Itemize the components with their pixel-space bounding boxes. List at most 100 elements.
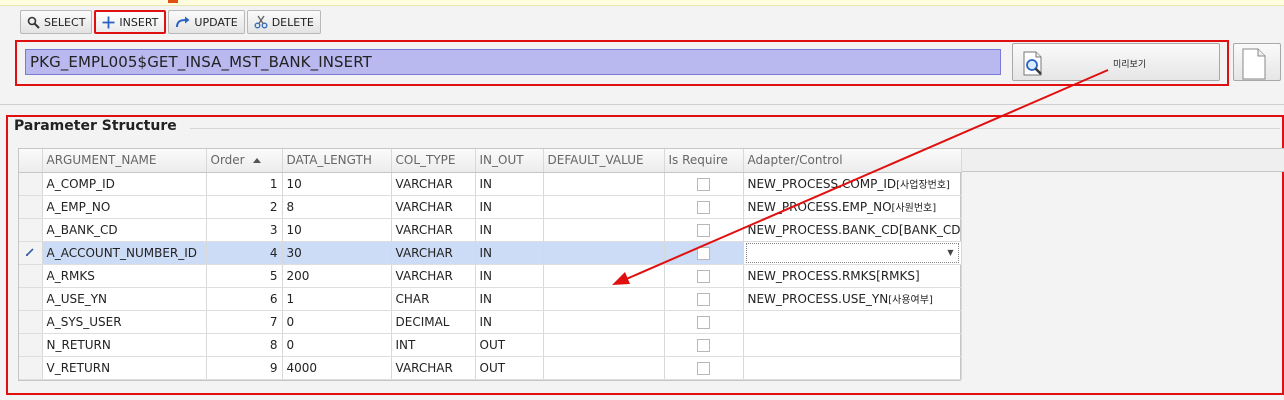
table-row[interactable]: A_EMP_NO 2 8 VARCHAR IN NEW_PROCESS.EMP_NO[사원…: [19, 195, 962, 219]
select-button[interactable]: SELECT: [20, 10, 93, 34]
cell-default-value[interactable]: [543, 195, 665, 219]
cell-col-type[interactable]: VARCHAR: [391, 356, 476, 380]
column-header-col-type[interactable]: COL_TYPE: [391, 149, 476, 173]
column-header-data-length[interactable]: DATA_LENGTH: [282, 149, 392, 173]
table-row[interactable]: V_RETURN 9 4000 VARCHAR OUT: [19, 356, 962, 380]
cell-argument-name[interactable]: A_BANK_CD: [42, 218, 207, 242]
cell-default-value[interactable]: [543, 264, 665, 288]
row-indicator[interactable]: [19, 287, 43, 311]
cell-in-out[interactable]: IN: [475, 172, 544, 196]
document-button[interactable]: [1233, 43, 1281, 81]
is-require-checkbox[interactable]: [697, 361, 710, 375]
preview-button[interactable]: 미리보기: [1012, 43, 1220, 81]
table-row[interactable]: A_BANK_CD 3 10 VARCHAR IN NEW_PROCESS.BANK_CD…: [19, 218, 962, 242]
cell-default-value[interactable]: [543, 356, 665, 380]
row-indicator[interactable]: [19, 218, 43, 242]
column-header-in-out[interactable]: IN_OUT: [475, 149, 544, 173]
cell-order[interactable]: 8: [206, 333, 283, 357]
is-require-checkbox[interactable]: [697, 223, 710, 237]
is-require-checkbox[interactable]: [697, 315, 710, 329]
cell-default-value[interactable]: [543, 241, 665, 265]
cell-adapter-control[interactable]: NEW_PROCESS.BANK_CD[BANK_CD]: [743, 218, 962, 242]
cell-adapter-control[interactable]: NEW_PROCESS.RMKS[RMKS]: [743, 264, 962, 288]
cell-data-length[interactable]: 10: [282, 218, 392, 242]
table-row[interactable]: A_SYS_USER 7 0 DECIMAL IN: [19, 310, 962, 334]
cell-default-value[interactable]: [543, 333, 665, 357]
is-require-checkbox[interactable]: [697, 177, 710, 191]
cell-default-value[interactable]: [543, 172, 665, 196]
table-row[interactable]: A_USE_YN 6 1 CHAR IN NEW_PROCESS.USE_YN[사용여부]: [19, 287, 962, 311]
cell-in-out[interactable]: IN: [475, 241, 544, 265]
row-indicator[interactable]: [19, 195, 43, 219]
table-row[interactable]: A_ACCOUNT_NUMBER_ID 4 30 VARCHAR IN ▼: [19, 241, 962, 265]
cell-adapter-control[interactable]: ▼: [743, 241, 962, 265]
is-require-checkbox[interactable]: [697, 338, 710, 352]
row-indicator[interactable]: [19, 241, 43, 265]
cell-in-out[interactable]: IN: [475, 287, 544, 311]
table-row[interactable]: A_RMKS 5 200 VARCHAR IN NEW_PROCESS.RMKS[RMKS…: [19, 264, 962, 288]
cell-col-type[interactable]: INT: [391, 333, 476, 357]
cell-col-type[interactable]: DECIMAL: [391, 310, 476, 334]
cell-col-type[interactable]: VARCHAR: [391, 172, 476, 196]
row-indicator[interactable]: [19, 356, 43, 380]
cell-default-value[interactable]: [543, 218, 665, 242]
cell-adapter-control[interactable]: [743, 333, 962, 357]
cell-order[interactable]: 9: [206, 356, 283, 380]
cell-adapter-control[interactable]: NEW_PROCESS.EMP_NO[사원번호]: [743, 195, 962, 219]
is-require-checkbox[interactable]: [697, 200, 710, 214]
cell-order[interactable]: 2: [206, 195, 283, 219]
cell-argument-name[interactable]: A_EMP_NO: [42, 195, 207, 219]
cell-data-length[interactable]: 10: [282, 172, 392, 196]
cell-order[interactable]: 4: [206, 241, 283, 265]
table-row[interactable]: A_COMP_ID 1 10 VARCHAR IN NEW_PROCESS.COMP_ID…: [19, 172, 962, 196]
cell-in-out[interactable]: IN: [475, 264, 544, 288]
column-header-argument-name[interactable]: ARGUMENT_NAME: [42, 149, 207, 173]
row-indicator[interactable]: [19, 310, 43, 334]
is-require-checkbox[interactable]: [697, 269, 710, 283]
cell-col-type[interactable]: VARCHAR: [391, 218, 476, 242]
cell-data-length[interactable]: 200: [282, 264, 392, 288]
cell-order[interactable]: 6: [206, 287, 283, 311]
cell-order[interactable]: 1: [206, 172, 283, 196]
dropdown-arrow-icon[interactable]: ▼: [947, 248, 953, 257]
column-header-is-require[interactable]: Is Require: [664, 149, 744, 173]
is-require-checkbox[interactable]: [697, 292, 710, 306]
cell-order[interactable]: 3: [206, 218, 283, 242]
cell-in-out[interactable]: IN: [475, 218, 544, 242]
cell-data-length[interactable]: 30: [282, 241, 392, 265]
update-button[interactable]: UPDATE: [168, 10, 245, 34]
cell-default-value[interactable]: [543, 310, 665, 334]
cell-argument-name[interactable]: V_RETURN: [42, 356, 207, 380]
cell-col-type[interactable]: VARCHAR: [391, 264, 476, 288]
cell-col-type[interactable]: CHAR: [391, 287, 476, 311]
cell-adapter-control[interactable]: [743, 310, 962, 334]
column-header-adapter-control[interactable]: Adapter/Control: [743, 149, 962, 173]
cell-adapter-control[interactable]: NEW_PROCESS.USE_YN[사용여부]: [743, 287, 962, 311]
cell-in-out[interactable]: IN: [475, 195, 544, 219]
insert-button[interactable]: INSERT: [94, 10, 167, 34]
cell-argument-name[interactable]: A_COMP_ID: [42, 172, 207, 196]
cell-adapter-control[interactable]: [743, 356, 962, 380]
procedure-name-field[interactable]: PKG_EMPL005$GET_INSA_MST_BANK_INSERT: [25, 49, 1001, 75]
adapter-combo-editor[interactable]: ▼: [745, 242, 959, 263]
cell-default-value[interactable]: [543, 287, 665, 311]
cell-argument-name[interactable]: A_ACCOUNT_NUMBER_ID: [42, 241, 207, 265]
column-header-default-value[interactable]: DEFAULT_VALUE: [543, 149, 665, 173]
row-indicator[interactable]: [19, 172, 43, 196]
row-indicator[interactable]: [19, 264, 43, 288]
cell-adapter-control[interactable]: NEW_PROCESS.COMP_ID[사업장번호]: [743, 172, 962, 196]
is-require-checkbox[interactable]: [697, 246, 710, 260]
cell-data-length[interactable]: 0: [282, 310, 392, 334]
cell-data-length[interactable]: 4000: [282, 356, 392, 380]
cell-order[interactable]: 7: [206, 310, 283, 334]
cell-argument-name[interactable]: A_SYS_USER: [42, 310, 207, 334]
cell-in-out[interactable]: OUT: [475, 333, 544, 357]
cell-in-out[interactable]: OUT: [475, 356, 544, 380]
cell-data-length[interactable]: 1: [282, 287, 392, 311]
cell-data-length[interactable]: 8: [282, 195, 392, 219]
cell-col-type[interactable]: VARCHAR: [391, 241, 476, 265]
cell-argument-name[interactable]: N_RETURN: [42, 333, 207, 357]
cell-order[interactable]: 5: [206, 264, 283, 288]
cell-argument-name[interactable]: A_USE_YN: [42, 287, 207, 311]
cell-data-length[interactable]: 0: [282, 333, 392, 357]
